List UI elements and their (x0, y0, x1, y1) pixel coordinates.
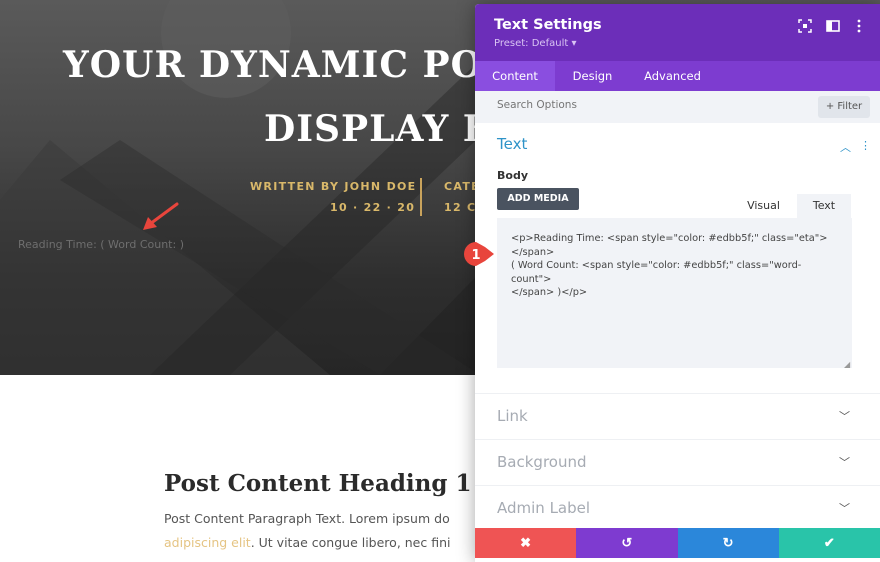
paragraph-line-2: adipiscing elit. Ut vitae congue libero,… (164, 531, 484, 555)
paragraph-link[interactable]: adipiscing elit (164, 535, 251, 550)
tab-content[interactable]: Content (475, 61, 555, 91)
annotation-badge-number: 1 (471, 248, 480, 263)
resize-handle-icon[interactable]: ◢ (844, 360, 850, 369)
toggle-link-label: Link (497, 407, 528, 425)
tab-design[interactable]: Design (555, 61, 630, 91)
tab-advanced[interactable]: Advanced (635, 61, 710, 91)
body-code-textarea[interactable]: <p>Reading Time: <span style="color: #ed… (497, 218, 852, 368)
chevron-down-icon: ﹀ (839, 457, 850, 469)
toggle-link[interactable]: Link ﹀ (475, 393, 880, 439)
editor-tab-visual[interactable]: Visual (732, 194, 795, 218)
text-settings-panel: Text Settings Preset: Default ▾ Content … (475, 4, 880, 562)
annotation-badge: 1 (464, 242, 494, 266)
panel-title: Text Settings (494, 17, 602, 33)
toggle-background-label: Background (497, 453, 587, 471)
paragraph-line-1: Post Content Paragraph Text. Lorem ipsum… (164, 511, 450, 526)
red-arrow-icon (143, 202, 179, 230)
paragraph-line-2-text: . Ut vitae congue libero, nec fini (250, 535, 451, 550)
toggle-background[interactable]: Background ﹀ (475, 439, 880, 485)
fullscreen-icon[interactable] (797, 18, 813, 34)
reading-time-text: Reading Time: ( Word Count: ) (18, 238, 184, 251)
post-content-heading: Post Content Heading 1 (164, 470, 472, 497)
chevron-down-icon: ﹀ (839, 411, 850, 423)
cancel-button[interactable]: ✖ (475, 528, 577, 558)
search-bar: + Filter (475, 91, 880, 123)
author-meta: WRITTEN BY JOHN DOE (250, 180, 417, 193)
settings-tabs: Content Design Advanced (475, 61, 880, 91)
panel-header[interactable]: Text Settings Preset: Default ▾ (475, 4, 880, 61)
chevron-down-icon: ﹀ (839, 503, 850, 515)
toggle-admin-label[interactable]: Admin Label ﹀ (475, 485, 880, 531)
preset-dropdown[interactable]: Preset: Default ▾ (494, 38, 576, 49)
search-options-input[interactable] (497, 99, 797, 111)
filter-button[interactable]: + Filter (818, 96, 870, 118)
toggle-admin-label-label: Admin Label (497, 499, 591, 517)
post-paragraph: Post Content Paragraph Text. Lorem ipsum… (164, 507, 484, 555)
date-meta: 10 · 22 · 20 (330, 201, 416, 214)
meta-divider (420, 178, 422, 216)
panel-footer: ✖ ↺ ↻ ✔ (475, 528, 880, 558)
hero-title-line2: DISPLAY H (264, 108, 498, 150)
body-label: Body (497, 169, 528, 182)
add-media-button[interactable]: ADD MEDIA (497, 188, 579, 210)
redo-button[interactable]: ↻ (677, 528, 779, 558)
save-button[interactable]: ✔ (778, 528, 880, 558)
split-view-icon[interactable] (825, 18, 841, 34)
section-options-icon[interactable]: ⋮ (860, 139, 871, 152)
chevron-up-icon[interactable]: ︿ (840, 139, 851, 155)
text-section-title[interactable]: Text (497, 135, 527, 153)
editor-tab-text[interactable]: Text (797, 194, 851, 218)
hero-title-line1: YOUR DYNAMIC POS (63, 44, 510, 86)
undo-button[interactable]: ↺ (576, 528, 678, 558)
more-options-icon[interactable] (851, 18, 867, 34)
